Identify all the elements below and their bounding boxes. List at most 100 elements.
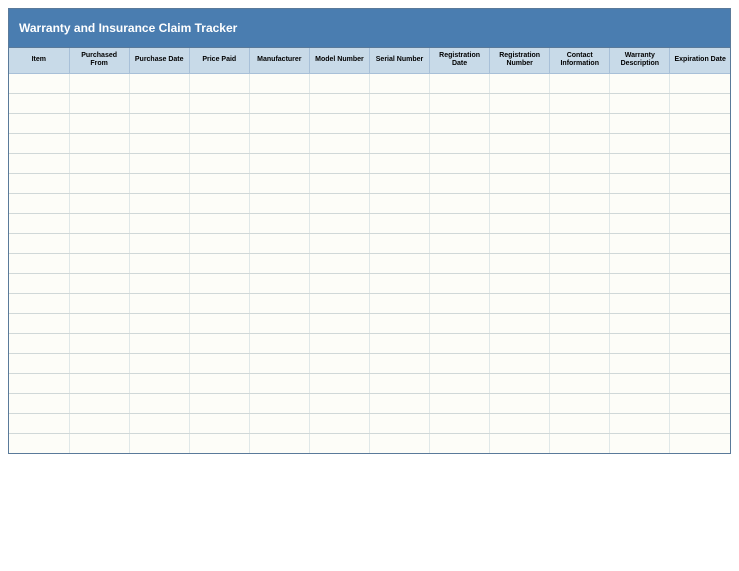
table-cell[interactable] [69,353,129,373]
table-cell[interactable] [369,333,429,353]
table-cell[interactable] [670,93,730,113]
table-cell[interactable] [369,273,429,293]
table-cell[interactable] [309,313,369,333]
table-cell[interactable] [69,373,129,393]
table-cell[interactable] [309,73,369,93]
table-cell[interactable] [69,273,129,293]
table-cell[interactable] [309,93,369,113]
table-cell[interactable] [249,353,309,373]
table-cell[interactable] [9,113,69,133]
table-cell[interactable] [189,73,249,93]
table-cell[interactable] [369,413,429,433]
table-cell[interactable] [189,433,249,453]
table-cell[interactable] [610,433,670,453]
table-cell[interactable] [490,433,550,453]
table-cell[interactable] [249,313,309,333]
table-cell[interactable] [309,113,369,133]
table-cell[interactable] [69,253,129,273]
table-cell[interactable] [129,153,189,173]
table-cell[interactable] [189,173,249,193]
table-cell[interactable] [610,193,670,213]
table-cell[interactable] [249,393,309,413]
table-cell[interactable] [369,353,429,373]
table-cell[interactable] [369,213,429,233]
table-cell[interactable] [9,413,69,433]
table-cell[interactable] [610,273,670,293]
table-cell[interactable] [490,273,550,293]
table-cell[interactable] [550,113,610,133]
table-cell[interactable] [9,133,69,153]
table-cell[interactable] [430,433,490,453]
table-cell[interactable] [129,113,189,133]
table-cell[interactable] [69,173,129,193]
table-cell[interactable] [550,413,610,433]
table-cell[interactable] [309,333,369,353]
table-cell[interactable] [670,133,730,153]
table-cell[interactable] [550,353,610,373]
table-cell[interactable] [129,373,189,393]
table-cell[interactable] [610,93,670,113]
table-cell[interactable] [129,73,189,93]
table-cell[interactable] [610,233,670,253]
table-cell[interactable] [369,173,429,193]
table-cell[interactable] [69,333,129,353]
table-cell[interactable] [249,273,309,293]
table-cell[interactable] [490,393,550,413]
table-cell[interactable] [670,113,730,133]
table-cell[interactable] [610,353,670,373]
table-cell[interactable] [189,153,249,173]
table-cell[interactable] [129,273,189,293]
table-cell[interactable] [9,393,69,413]
table-cell[interactable] [369,373,429,393]
table-cell[interactable] [610,413,670,433]
table-cell[interactable] [610,213,670,233]
table-cell[interactable] [610,173,670,193]
table-cell[interactable] [129,173,189,193]
table-cell[interactable] [189,133,249,153]
table-cell[interactable] [309,393,369,413]
table-cell[interactable] [610,313,670,333]
table-cell[interactable] [9,353,69,373]
table-cell[interactable] [129,253,189,273]
table-cell[interactable] [610,133,670,153]
table-cell[interactable] [309,153,369,173]
table-cell[interactable] [490,333,550,353]
table-cell[interactable] [550,73,610,93]
table-cell[interactable] [189,193,249,213]
table-cell[interactable] [430,313,490,333]
table-cell[interactable] [69,73,129,93]
table-cell[interactable] [9,373,69,393]
table-cell[interactable] [430,213,490,233]
table-cell[interactable] [550,233,610,253]
table-cell[interactable] [430,353,490,373]
table-cell[interactable] [9,213,69,233]
table-cell[interactable] [69,113,129,133]
table-cell[interactable] [309,273,369,293]
table-cell[interactable] [9,153,69,173]
table-cell[interactable] [670,313,730,333]
table-cell[interactable] [369,73,429,93]
table-cell[interactable] [430,293,490,313]
table-cell[interactable] [670,153,730,173]
table-cell[interactable] [670,433,730,453]
table-cell[interactable] [69,93,129,113]
table-cell[interactable] [309,133,369,153]
table-cell[interactable] [9,173,69,193]
table-cell[interactable] [189,213,249,233]
table-cell[interactable] [9,433,69,453]
table-cell[interactable] [249,193,309,213]
table-cell[interactable] [189,373,249,393]
table-cell[interactable] [550,253,610,273]
table-cell[interactable] [129,333,189,353]
table-cell[interactable] [309,353,369,373]
table-cell[interactable] [670,173,730,193]
table-cell[interactable] [249,413,309,433]
table-cell[interactable] [129,193,189,213]
table-cell[interactable] [550,393,610,413]
table-cell[interactable] [309,233,369,253]
table-cell[interactable] [249,153,309,173]
table-cell[interactable] [670,193,730,213]
table-cell[interactable] [369,313,429,333]
table-cell[interactable] [249,133,309,153]
table-cell[interactable] [430,133,490,153]
